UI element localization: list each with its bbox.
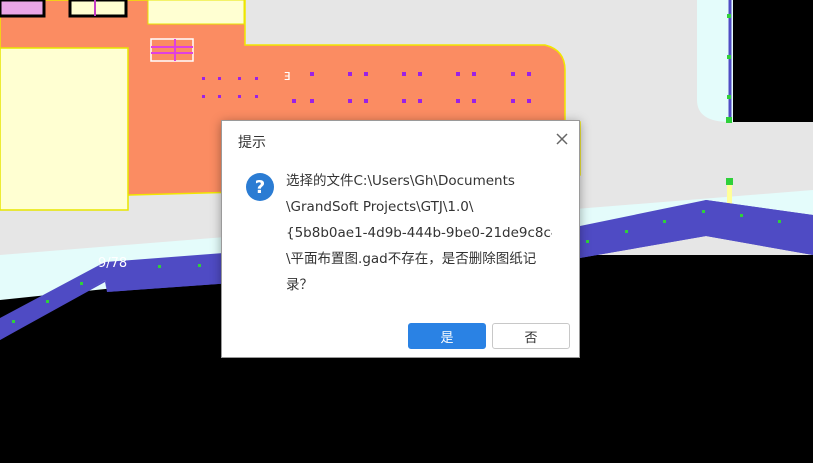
yellow-room-top [147,0,245,25]
dialog-message: 选择的文件C:\Users\Gh\Documents \GrandSoft Pr… [286,168,552,298]
no-button[interactable]: 否 [492,323,570,349]
question-glyph: ? [254,176,266,198]
drawing-label: 9/78 [98,256,127,271]
yellow-post [727,185,732,205]
close-icon[interactable] [553,130,571,148]
message-line: 录？ [286,277,313,293]
question-icon: ? [246,173,274,201]
dialog-title: 提示 [238,135,266,151]
building-notch [760,95,785,105]
confirm-dialog: 提示 ? 选择的文件C:\Users\Gh\Documents \GrandSo… [221,120,580,358]
message-line: 选择的文件C:\Users\Gh\Documents [286,173,515,189]
yes-button[interactable]: 是 [408,323,486,349]
message-line: \GrandSoft Projects\GTJ\1.0\ [286,199,474,215]
pink-block [0,0,46,18]
text-mark: ⱻ [284,68,291,84]
message-line: {5b8b0ae1-4d9b-444b-9be0-21de9c8c40 [286,225,552,241]
small-yellow-block [68,0,128,18]
yellow-room-left [0,47,129,211]
message-line: \平面布置图.gad不存在，是否删除图纸记 [286,251,537,267]
